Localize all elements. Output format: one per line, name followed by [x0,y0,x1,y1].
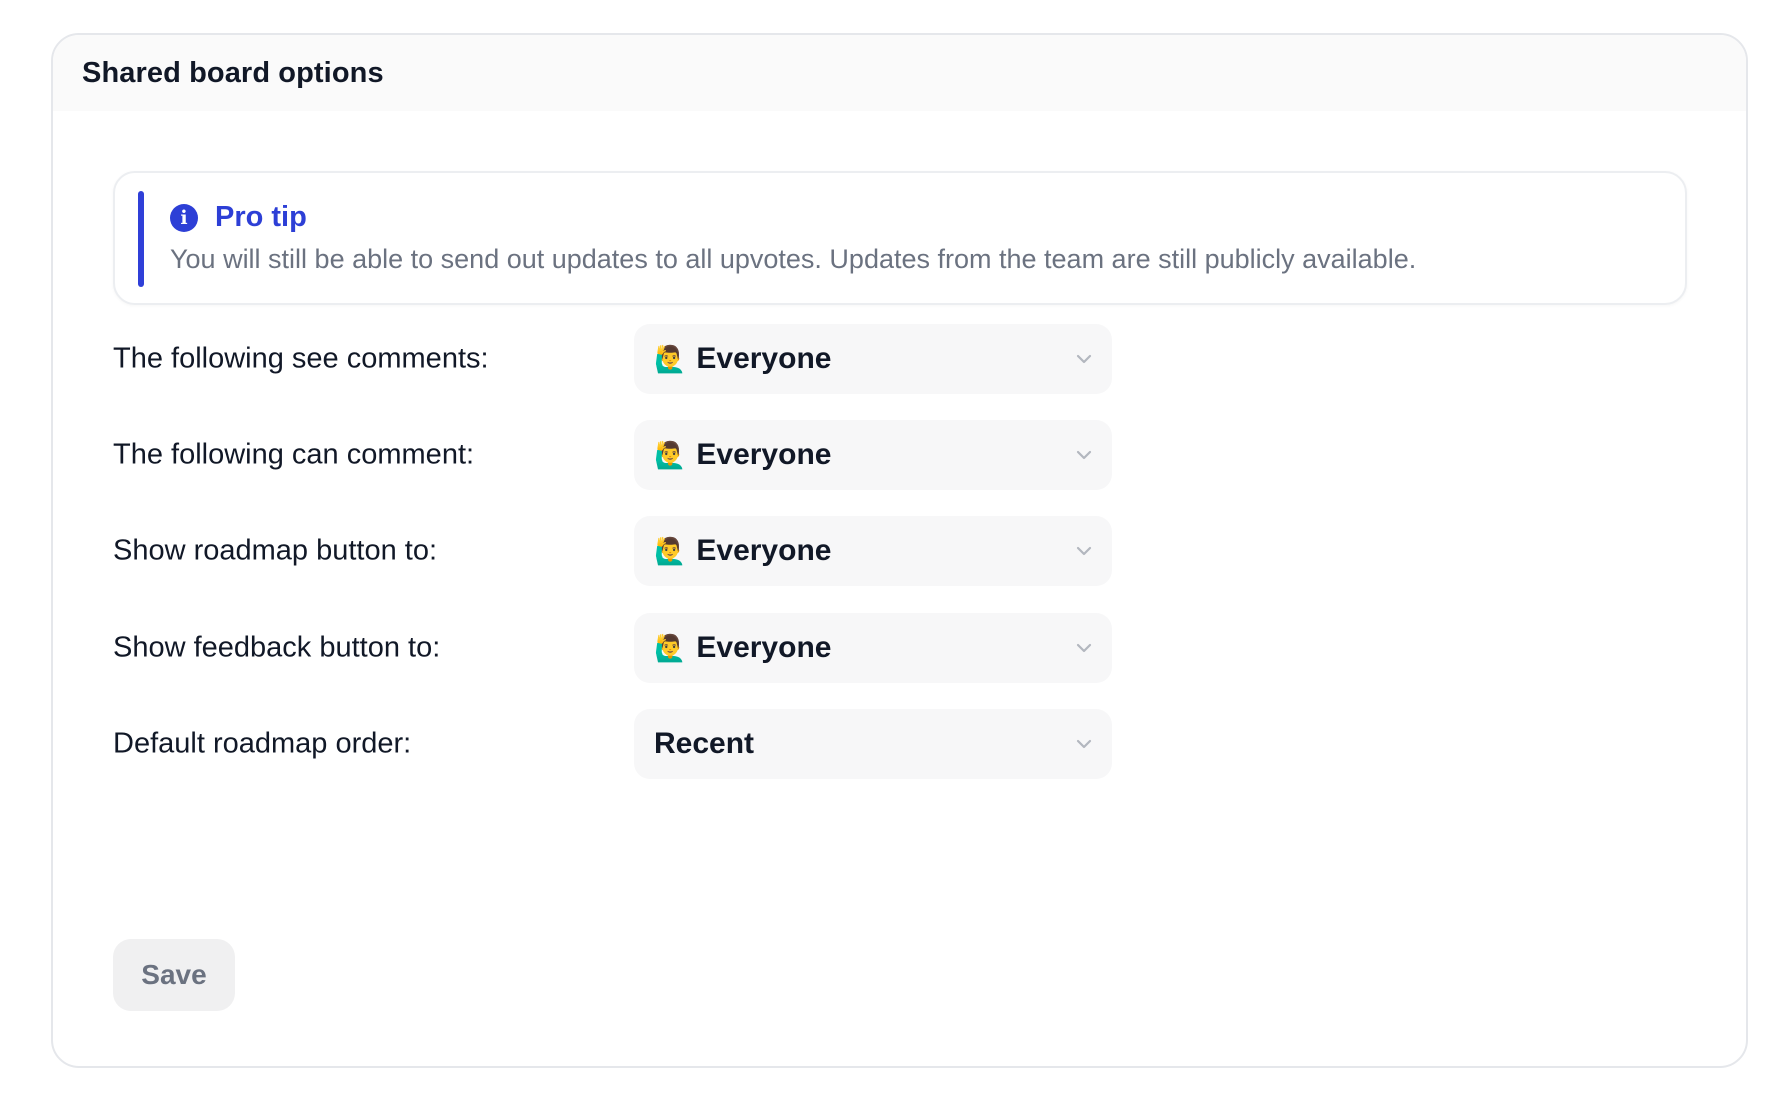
person-raising-hand-icon: 🙋‍♂️ [654,440,687,470]
row-label: The following can comment: [113,438,475,471]
save-button[interactable]: Save [113,939,235,1011]
pro-tip-title: Pro tip [215,201,307,233]
chevron-down-icon [1076,450,1092,460]
select-value: Everyone [696,534,832,567]
row-label: Default roadmap order: [113,727,412,760]
chevron-down-icon [1076,739,1092,749]
row-label: The following see comments: [113,342,489,375]
card-title: Shared board options [82,56,384,89]
row-see-comments: The following see comments: 🙋‍♂️ Everyon… [113,324,1113,394]
chevron-down-icon [1076,546,1092,556]
pro-tip-callout: i Pro tip You will still be able to send… [113,171,1687,305]
shared-board-options-card: Shared board options i Pro tip You will … [51,33,1748,1068]
pro-tip-text: You will still be able to send out updat… [170,244,1417,274]
select-value: Everyone [696,438,832,471]
roadmap-order-select[interactable]: Recent [634,709,1112,779]
info-icon: i [170,203,198,232]
chevron-down-icon [1076,354,1092,364]
person-raising-hand-icon: 🙋‍♂️ [654,536,687,566]
person-raising-hand-icon: 🙋‍♂️ [654,344,687,374]
row-label: Show roadmap button to: [113,534,438,567]
row-label: Show feedback button to: [113,631,441,664]
select-value: Recent [654,727,755,760]
row-roadmap-button: Show roadmap button to: 🙋‍♂️ Everyone [113,516,1113,586]
select-value: Everyone [696,342,832,375]
feedback-button-select[interactable]: 🙋‍♂️ Everyone [634,613,1112,683]
person-raising-hand-icon: 🙋‍♂️ [654,633,687,663]
roadmap-button-select[interactable]: 🙋‍♂️ Everyone [634,516,1112,586]
card-header: Shared board options [53,35,1746,111]
chevron-down-icon [1076,643,1092,653]
row-feedback-button: Show feedback button to: 🙋‍♂️ Everyone [113,613,1113,683]
row-default-roadmap-order: Default roadmap order: Recent [113,709,1113,779]
select-value: Everyone [696,631,832,664]
pro-tip-header: i Pro tip [170,201,307,234]
see-comments-select[interactable]: 🙋‍♂️ Everyone [634,324,1112,394]
pro-tip-accent-bar [138,191,144,287]
can-comment-select[interactable]: 🙋‍♂️ Everyone [634,420,1112,490]
row-can-comment: The following can comment: 🙋‍♂️ Everyone [113,420,1113,490]
